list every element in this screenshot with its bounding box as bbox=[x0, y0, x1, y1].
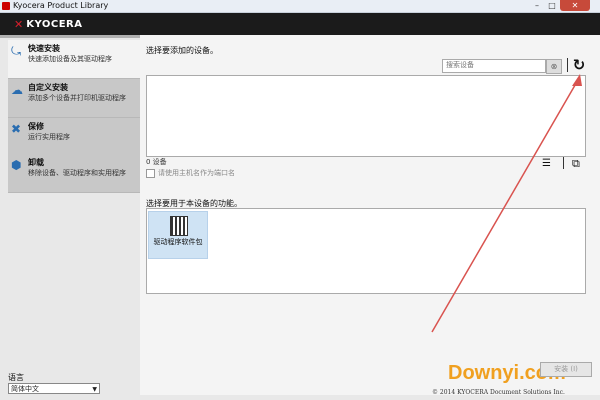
chevron-down-icon: ▼ bbox=[92, 386, 97, 393]
language-selected-value: 简体中文 bbox=[11, 385, 39, 393]
annotation-arrow bbox=[431, 74, 582, 333]
language-label: 语言 bbox=[8, 373, 24, 382]
install-button[interactable]: 安装 (I) bbox=[540, 362, 592, 377]
language-select[interactable]: 简体中文 ▼ bbox=[8, 383, 100, 394]
copyright-text: © 2014 KYOCERA Document Solutions Inc. bbox=[432, 389, 565, 396]
